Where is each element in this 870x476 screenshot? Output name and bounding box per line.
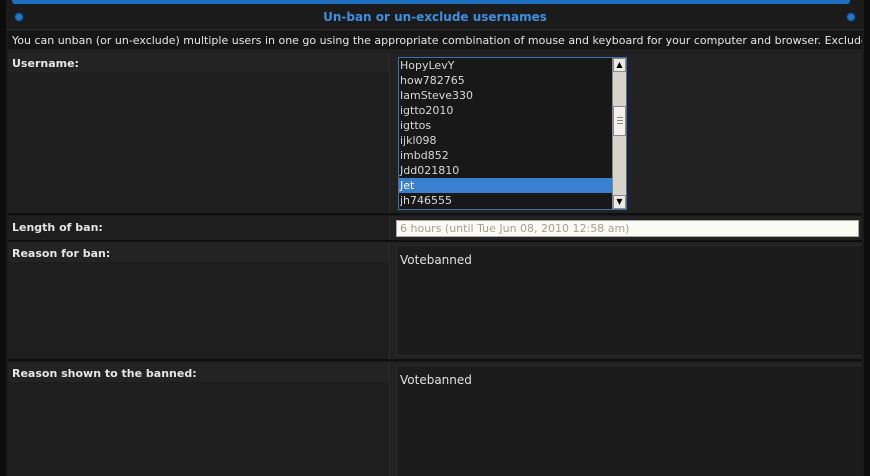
username-listbox[interactable]: HopyLevY how782765 IamSteve330 igtto2010 igt… [398, 57, 627, 210]
page-background: Un-ban or un-exclude usernames You can u… [0, 0, 870, 476]
ban-reason-textarea[interactable]: Votebanned [396, 245, 862, 356]
username-option[interactable]: Jdd021810 [399, 163, 612, 178]
intro-text: You can unban (or un-exclude) multiple u… [8, 31, 862, 51]
username-label-cell: Username: [8, 52, 390, 213]
row-divider [8, 213, 862, 215]
shown-reason-textarea[interactable]: Votebanned [396, 365, 862, 476]
reason-label-cell: Reason for ban: [8, 242, 390, 359]
ban-length-field[interactable]: 6 hours (until Tue Jun 08, 2010 12:58 am… [396, 220, 859, 237]
length-label-cell: Length of ban: [8, 216, 390, 240]
reason-value-cell: Votebanned [391, 242, 862, 359]
username-option[interactable]: imbd852 [399, 148, 612, 163]
length-row: Length of ban: 6 hours (until Tue Jun 08… [8, 216, 862, 240]
username-option[interactable]: ijkl098 [399, 133, 612, 148]
username-option[interactable]: HopyLevY [399, 58, 612, 73]
scroll-down-icon[interactable]: ▼ [613, 195, 626, 209]
panel-header: Un-ban or un-exclude usernames [6, 4, 864, 30]
shown-reason-label: Reason shown to the banned: [12, 367, 197, 380]
panel-title: Un-ban or un-exclude usernames [323, 10, 547, 24]
username-value-cell: HopyLevY how782765 IamSteve330 igtto2010 igt… [391, 52, 862, 213]
length-value-cell: 6 hours (until Tue Jun 08, 2010 12:58 am… [391, 216, 862, 240]
username-option[interactable]: igttos [399, 118, 612, 133]
row-divider [8, 359, 862, 361]
shown-reason-value-cell: Votebanned [391, 362, 862, 476]
username-option[interactable]: how782765 [399, 73, 612, 88]
shown-reason-label-cell: Reason shown to the banned: [8, 362, 390, 476]
corner-dot-right-icon [846, 12, 856, 22]
shown-reason-row: Reason shown to the banned: Votebanned [8, 362, 862, 476]
scroll-up-icon[interactable]: ▲ [613, 58, 626, 72]
reason-row: Reason for ban: Votebanned [8, 242, 862, 359]
scroll-thumb[interactable] [613, 106, 626, 136]
length-label: Length of ban: [12, 221, 103, 234]
username-option[interactable]: jh746555 [399, 193, 612, 208]
username-option[interactable]: IamSteve330 [399, 88, 612, 103]
username-option[interactable]: Jet [399, 178, 612, 193]
reason-label: Reason for ban: [12, 247, 111, 260]
username-label: Username: [12, 57, 79, 70]
username-row: Username: HopyLevY how782765 IamSteve330 ig… [8, 52, 862, 213]
username-option[interactable]: igtto2010 [399, 103, 612, 118]
username-list[interactable]: HopyLevY how782765 IamSteve330 igtto2010 igt… [399, 58, 612, 209]
listbox-scrollbar[interactable]: ▲ ▼ [612, 58, 626, 209]
